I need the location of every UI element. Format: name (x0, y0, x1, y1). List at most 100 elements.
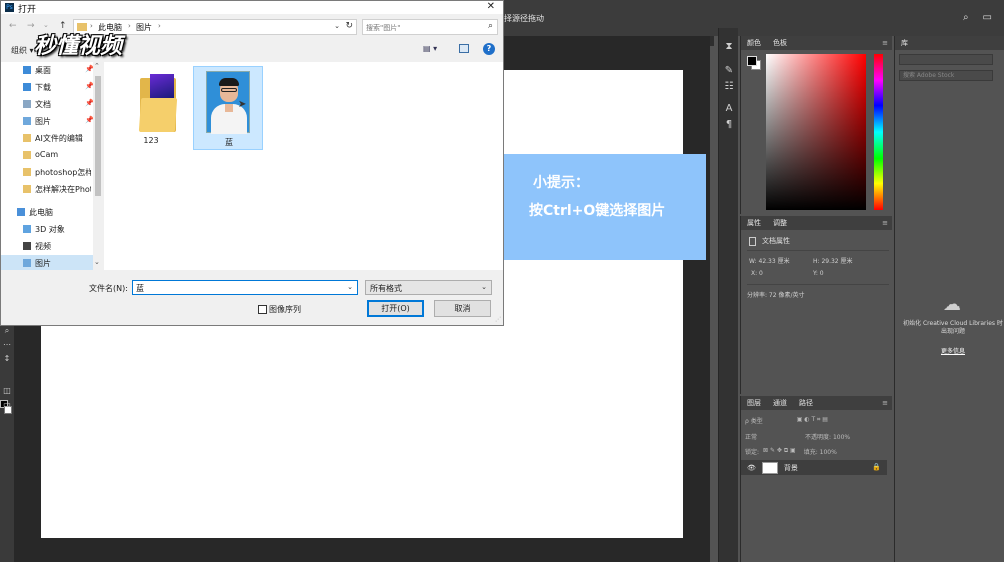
nav-item-this-pc[interactable]: 此电脑 (1, 204, 93, 220)
document-icon (23, 100, 31, 108)
resolution-value: 分辨率: 72 像素/英寸 (747, 292, 805, 299)
file-list: 123 ➤ 蓝 (104, 62, 503, 270)
dialog-footer: 文件名(N): ⌄ 所有格式 ⌄ 图像序列 打开(O) 取消 ⋰ (1, 270, 503, 325)
libraries-error-message: 初始化 Creative Cloud Libraries 时出现问题 (903, 320, 1003, 335)
refresh-icon[interactable]: ↻ (345, 21, 353, 31)
chevron-up-icon[interactable]: ⌃ (94, 62, 100, 70)
tab-properties[interactable]: 属性 (747, 218, 761, 228)
panel-menu-icon[interactable]: ≡ (882, 39, 888, 47)
tab-swatches[interactable]: 色板 (773, 38, 787, 48)
nav-item-pictures[interactable]: 图片 📌 (1, 113, 94, 129)
nav-item-folder[interactable]: oCam (1, 147, 93, 163)
workspace-icon[interactable]: ▭ (983, 12, 992, 23)
tab-channels[interactable]: 通道 (773, 398, 787, 408)
file-type-select[interactable]: 所有格式 ⌄ (365, 280, 492, 295)
brush-icon[interactable]: ✎ (722, 64, 736, 78)
x-value: X: 0 (751, 270, 763, 277)
panel-foreground-swatch[interactable] (747, 56, 757, 66)
chevron-down-icon[interactable]: ⌄ (347, 283, 353, 291)
close-icon[interactable]: ✕ (487, 1, 495, 12)
nav-item-downloads[interactable]: 下载 📌 (1, 79, 94, 95)
tab-layers[interactable]: 图层 (747, 398, 761, 408)
tab-paths[interactable]: 路径 (799, 398, 813, 408)
lock-icons[interactable]: ⊠ ✎ ✥ ⧉ ▣ (763, 447, 796, 455)
chevron-right-icon[interactable]: › (158, 22, 161, 30)
file-item-folder-123[interactable]: 123 (116, 66, 186, 150)
search-icon[interactable]: ⌕ (963, 12, 969, 23)
hue-slider[interactable] (874, 54, 883, 210)
open-button[interactable]: 打开(O) (367, 300, 424, 317)
properties-panel: 属性 调整 ≡ 文档属性 W: 42.33 厘米 H: 29.32 厘米 X: … (740, 216, 892, 394)
layer-row-background[interactable]: 👁 背景 🔒 (741, 460, 887, 475)
nav-item-folder[interactable]: 怎样解决在Phot (1, 181, 93, 197)
tab-libraries[interactable]: 库 (895, 36, 1004, 50)
help-icon[interactable]: ? (483, 43, 495, 55)
layer-kind-filter[interactable]: ρ 类型 (745, 416, 763, 425)
library-select[interactable] (899, 54, 993, 65)
nav-item-documents[interactable]: 文档 📌 (1, 96, 94, 112)
nav-item-videos[interactable]: 视频 (1, 238, 93, 254)
tab-adjustments[interactable]: 调整 (773, 218, 787, 228)
image-sequence-label[interactable]: 图像序列 (269, 304, 301, 315)
blend-mode-select[interactable]: 正常 (745, 432, 757, 441)
color-field[interactable] (766, 54, 866, 210)
view-options-icon[interactable]: ▤ ▾ (423, 44, 437, 53)
nav-item-pictures-pc[interactable]: 图片 (1, 255, 93, 271)
folder-icon (23, 151, 31, 159)
visibility-eye-icon[interactable]: 👁 (747, 464, 756, 472)
panel-menu-icon[interactable]: ≡ (882, 399, 888, 407)
screen-mode-icon[interactable]: ▭ (1, 400, 13, 410)
opacity-field[interactable]: 不透明度: 100% (805, 432, 850, 441)
dialog-title-bar[interactable]: Ps 打开 ✕ (1, 1, 503, 15)
quick-mask-icon[interactable]: ◫ (1, 386, 13, 396)
zoom-tool-icon[interactable]: ⌕ (1, 326, 13, 336)
resize-grip-icon[interactable]: ⋰ (495, 316, 501, 323)
scroll-thumb[interactable] (95, 76, 101, 196)
file-item-image[interactable]: ➤ 蓝 (193, 66, 263, 150)
cube-icon (23, 225, 31, 233)
layer-thumbnail (761, 461, 778, 474)
paragraph-icon[interactable]: ¶ (722, 118, 736, 132)
chevron-right-icon[interactable]: › (128, 22, 131, 30)
desktop-icon (23, 66, 31, 74)
lock-icon: 🔒 (872, 463, 881, 471)
video-icon (23, 242, 31, 250)
more-tools-icon[interactable]: ⋯ (1, 340, 13, 350)
libraries-panel: 库 搜索 Adobe Stock ☁ 初始化 Creative Cloud Li… (894, 36, 1004, 562)
history-icon[interactable]: ⧗ (722, 40, 736, 54)
y-value: Y: 0 (813, 270, 824, 277)
download-icon (23, 83, 31, 91)
file-name: 蓝 (225, 138, 233, 147)
panel-menu-icon[interactable]: ≡ (882, 219, 888, 227)
search-input[interactable] (366, 22, 476, 33)
organize-menu[interactable]: 组织 ▾ (11, 45, 34, 56)
breadcrumb-pictures[interactable]: 图片 (136, 22, 152, 33)
stock-search-input[interactable]: 搜索 Adobe Stock (899, 70, 993, 81)
filename-input[interactable] (136, 283, 336, 293)
adjust-icon[interactable]: ☷ (722, 80, 736, 94)
swap-colors-icon[interactable]: ↕ (1, 354, 13, 364)
height-value: H: 29.32 厘米 (813, 258, 853, 265)
pictures-icon (23, 117, 31, 125)
folder-icon (23, 168, 31, 176)
nav-scrollbar[interactable]: ⌃ ⌄ (93, 62, 103, 270)
layers-panel: 图层 通道 路径 ≡ ρ 类型 ▣ ◐ T ⌗ ▤ 正常 不透明度: 100% … (740, 396, 892, 562)
fill-field[interactable]: 填充: 100% (804, 447, 837, 456)
tip-title: 小提示： (533, 175, 589, 191)
panel-dock-icons: ⧗ ✎ ☷ A ¶ (718, 28, 738, 562)
cloud-error-icon: ☁ (943, 294, 961, 315)
cancel-button[interactable]: 取消 (434, 300, 491, 317)
filter-icons[interactable]: ▣ ◐ T ⌗ ▤ (797, 416, 828, 424)
nav-item-folder[interactable]: AI文件的编辑 (1, 130, 93, 146)
preview-pane-icon[interactable] (459, 44, 469, 53)
more-info-link[interactable]: 更多信息 (903, 346, 1003, 355)
tab-color[interactable]: 颜色 (747, 38, 761, 48)
nav-item-folder[interactable]: photoshop怎样 (1, 164, 93, 180)
back-arrow-icon[interactable]: ← (9, 21, 17, 31)
chevron-down-icon[interactable]: ⌄ (334, 22, 340, 30)
nav-item-3d-objects[interactable]: 3D 对象 (1, 221, 93, 237)
character-icon[interactable]: A (722, 102, 736, 116)
image-sequence-checkbox[interactable] (258, 305, 267, 314)
nav-item-desktop[interactable]: 桌面 📌 (1, 62, 94, 78)
chevron-down-icon[interactable]: ⌄ (94, 258, 100, 266)
